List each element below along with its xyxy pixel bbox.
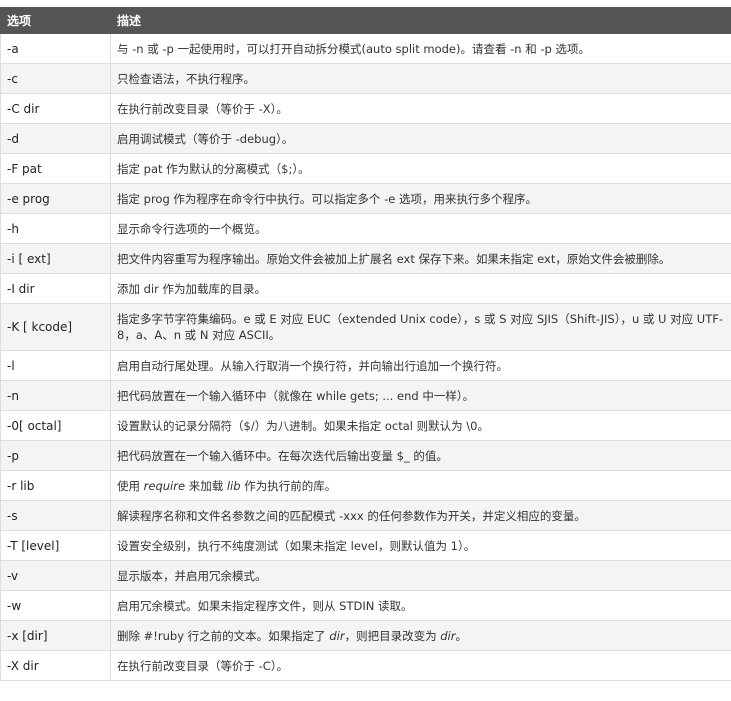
description-text: 设置安全级别，执行不纯度测试（如果未指定 level，则默认值为 1）。 — [117, 538, 476, 553]
option-cell: -K [ kcode] — [0, 303, 111, 351]
description-term: dir — [329, 628, 345, 643]
description-text: 启用调试模式（等价于 -debug）。 — [117, 131, 294, 146]
option-cell: -i [ ext] — [0, 243, 111, 274]
option-cell: -X dir — [0, 650, 111, 681]
description-cell: 设置默认的记录分隔符（$/）为八进制。如果未指定 octal 则默认为 \0。 — [110, 410, 731, 441]
description-cell: 与 -n 或 -p 一起使用时，可以打开自动拆分模式(auto split mo… — [110, 33, 731, 64]
description-cell: 把代码放置在一个输入循环中。在每次迭代后输出变量 $_ 的值。 — [110, 440, 731, 471]
table-row: -x [dir] 删除 #!ruby 行之前的文本。如果指定了 dir，则把目录改… — [0, 620, 731, 651]
description-cell: 只检查语法，不执行程序。 — [110, 63, 731, 94]
description-cell: 显示命令行选项的一个概览。 — [110, 213, 731, 244]
table-row: -e prog 指定 prog 作为程序在命令行中执行。可以指定多个 -e 选项，… — [0, 183, 731, 214]
column-header-description: 描述 — [110, 7, 731, 34]
description-text: 作为执行前的库。 — [240, 478, 337, 493]
description-term: require — [143, 478, 186, 493]
description-cell: 在执行前改变目录（等价于 -C）。 — [110, 650, 731, 681]
table-body: -a 与 -n 或 -p 一起使用时，可以打开自动拆分模式(auto split … — [0, 33, 731, 681]
table-row: -K [ kcode] 指定多字节字符集编码。e 或 E 对应 EUC（exten… — [0, 303, 731, 351]
table-row: -0[ octal] 设置默认的记录分隔符（$/）为八进制。如果未指定 octal… — [0, 410, 731, 441]
option-cell: -I dir — [0, 273, 111, 304]
description-text: 在执行前改变目录（等价于 -C）。 — [117, 658, 289, 673]
description-text: 显示命令行选项的一个概览。 — [117, 221, 267, 236]
description-cell: 启用冗余模式。如果未指定程序文件，则从 STDIN 读取。 — [110, 590, 731, 621]
description-text: ，则把目录改变为 — [344, 628, 441, 643]
table-row: -v 显示版本，并启用冗余模式。 — [0, 560, 731, 591]
description-term: dir — [440, 628, 456, 643]
option-cell: -s — [0, 500, 111, 531]
table-row: -T [level] 设置安全级别，执行不纯度测试（如果未指定 level，则默认… — [0, 530, 731, 561]
option-cell: -x [dir] — [0, 620, 111, 651]
description-cell: 设置安全级别，执行不纯度测试（如果未指定 level，则默认值为 1）。 — [110, 530, 731, 561]
options-page: 选项 描述 -a 与 -n 或 -p 一起使用时，可以打开自动拆分模式(auto … — [0, 0, 731, 701]
description-cell: 把文件内容重写为程序输出。原始文件会被加上扩展名 ext 保存下来。如果未指定 … — [110, 243, 731, 274]
option-cell: -e prog — [0, 183, 111, 214]
description-cell: 指定多字节字符集编码。e 或 E 对应 EUC（extended Unix co… — [110, 303, 731, 351]
table-row: -C dir 在执行前改变目录（等价于 -X）。 — [0, 93, 731, 124]
column-header-option: 选项 — [0, 7, 111, 34]
description-text: 与 -n 或 -p 一起使用时，可以打开自动拆分模式(auto split mo… — [117, 41, 590, 56]
option-cell: -F pat — [0, 153, 111, 184]
description-text: 启用自动行尾处理。从输入行取消一个换行符，并向输出行追加一个换行符。 — [117, 358, 508, 373]
table-row: -w 启用冗余模式。如果未指定程序文件，则从 STDIN 读取。 — [0, 590, 731, 621]
description-text: 只检查语法，不执行程序。 — [117, 71, 255, 86]
options-table: 选项 描述 -a 与 -n 或 -p 一起使用时，可以打开自动拆分模式(auto … — [0, 7, 731, 681]
description-cell: 显示版本，并启用冗余模式。 — [110, 560, 731, 591]
table-row: -h 显示命令行选项的一个概览。 — [0, 213, 731, 244]
description-cell: 把代码放置在一个输入循环中（就像在 while gets; ... end 中一… — [110, 380, 731, 411]
description-cell: 指定 pat 作为默认的分离模式（$;）。 — [110, 153, 731, 184]
option-cell: -r lib — [0, 470, 111, 501]
description-text: 启用冗余模式。如果未指定程序文件，则从 STDIN 读取。 — [117, 598, 413, 613]
description-text: 把代码放置在一个输入循环中。在每次迭代后输出变量 $_ 的值。 — [117, 448, 448, 463]
option-cell: -n — [0, 380, 111, 411]
description-text: 添加 dir 作为加载库的目录。 — [117, 281, 267, 296]
description-text: 。 — [455, 628, 467, 643]
option-cell: -v — [0, 560, 111, 591]
description-cell: 指定 prog 作为程序在命令行中执行。可以指定多个 -e 选项，用来执行多个程… — [110, 183, 731, 214]
description-text: 把代码放置在一个输入循环中（就像在 while gets; ... end 中一… — [117, 388, 475, 403]
table-row: -I dir 添加 dir 作为加载库的目录。 — [0, 273, 731, 304]
table-row: -r lib 使用 require 来加载 lib 作为执行前的库。 — [0, 470, 731, 501]
description-cell: 添加 dir 作为加载库的目录。 — [110, 273, 731, 304]
description-cell: 使用 require 来加载 lib 作为执行前的库。 — [110, 470, 731, 501]
option-cell: -C dir — [0, 93, 111, 124]
description-text: 在执行前改变目录（等价于 -X）。 — [117, 101, 288, 116]
description-cell: 删除 #!ruby 行之前的文本。如果指定了 dir，则把目录改变为 dir。 — [110, 620, 731, 651]
description-text: 指定 pat 作为默认的分离模式（$;）。 — [117, 161, 310, 176]
description-cell: 在执行前改变目录（等价于 -X）。 — [110, 93, 731, 124]
option-cell: -0[ octal] — [0, 410, 111, 441]
description-text: 指定多字节字符集编码。e 或 E 对应 EUC（extended Unix co… — [117, 312, 723, 342]
description-text: 设置默认的记录分隔符（$/）为八进制。如果未指定 octal 则默认为 \0。 — [117, 418, 489, 433]
description-cell: 启用自动行尾处理。从输入行取消一个换行符，并向输出行追加一个换行符。 — [110, 350, 731, 381]
description-text: 来加载 — [185, 478, 227, 493]
option-cell: -T [level] — [0, 530, 111, 561]
table-row: -l 启用自动行尾处理。从输入行取消一个换行符，并向输出行追加一个换行符。 — [0, 350, 731, 381]
option-cell: -w — [0, 590, 111, 621]
description-text: 显示版本，并启用冗余模式。 — [117, 568, 267, 583]
description-text: 使用 — [117, 478, 144, 493]
table-row: -F pat 指定 pat 作为默认的分离模式（$;）。 — [0, 153, 731, 184]
option-cell: -d — [0, 123, 111, 154]
table-row: -s 解读程序名称和文件名参数之间的匹配模式 -xxx 的任何参数作为开关，并定义… — [0, 500, 731, 531]
table-row: -a 与 -n 或 -p 一起使用时，可以打开自动拆分模式(auto split … — [0, 33, 731, 64]
description-text: 删除 #!ruby 行之前的文本。如果指定了 — [117, 628, 330, 643]
description-text: 解读程序名称和文件名参数之间的匹配模式 -xxx 的任何参数作为开关，并定义相应… — [117, 508, 586, 523]
table-row: -i [ ext] 把文件内容重写为程序输出。原始文件会被加上扩展名 ext 保存… — [0, 243, 731, 274]
description-term: lib — [226, 478, 241, 493]
table-header-row: 选项 描述 — [0, 7, 731, 34]
table-row: -X dir 在执行前改变目录（等价于 -C）。 — [0, 650, 731, 681]
option-cell: -l — [0, 350, 111, 381]
description-cell: 启用调试模式（等价于 -debug）。 — [110, 123, 731, 154]
table-row: -p 把代码放置在一个输入循环中。在每次迭代后输出变量 $_ 的值。 — [0, 440, 731, 471]
description-cell: 解读程序名称和文件名参数之间的匹配模式 -xxx 的任何参数作为开关，并定义相应… — [110, 500, 731, 531]
option-cell: -h — [0, 213, 111, 244]
table-row: -n 把代码放置在一个输入循环中（就像在 while gets; ... end … — [0, 380, 731, 411]
option-cell: -a — [0, 33, 111, 64]
description-text: 指定 prog 作为程序在命令行中执行。可以指定多个 -e 选项，用来执行多个程… — [117, 191, 537, 206]
table-row: -d 启用调试模式（等价于 -debug）。 — [0, 123, 731, 154]
option-cell: -c — [0, 63, 111, 94]
description-text: 把文件内容重写为程序输出。原始文件会被加上扩展名 ext 保存下来。如果未指定 … — [117, 251, 671, 266]
table-row: -c 只检查语法，不执行程序。 — [0, 63, 731, 94]
option-cell: -p — [0, 440, 111, 471]
